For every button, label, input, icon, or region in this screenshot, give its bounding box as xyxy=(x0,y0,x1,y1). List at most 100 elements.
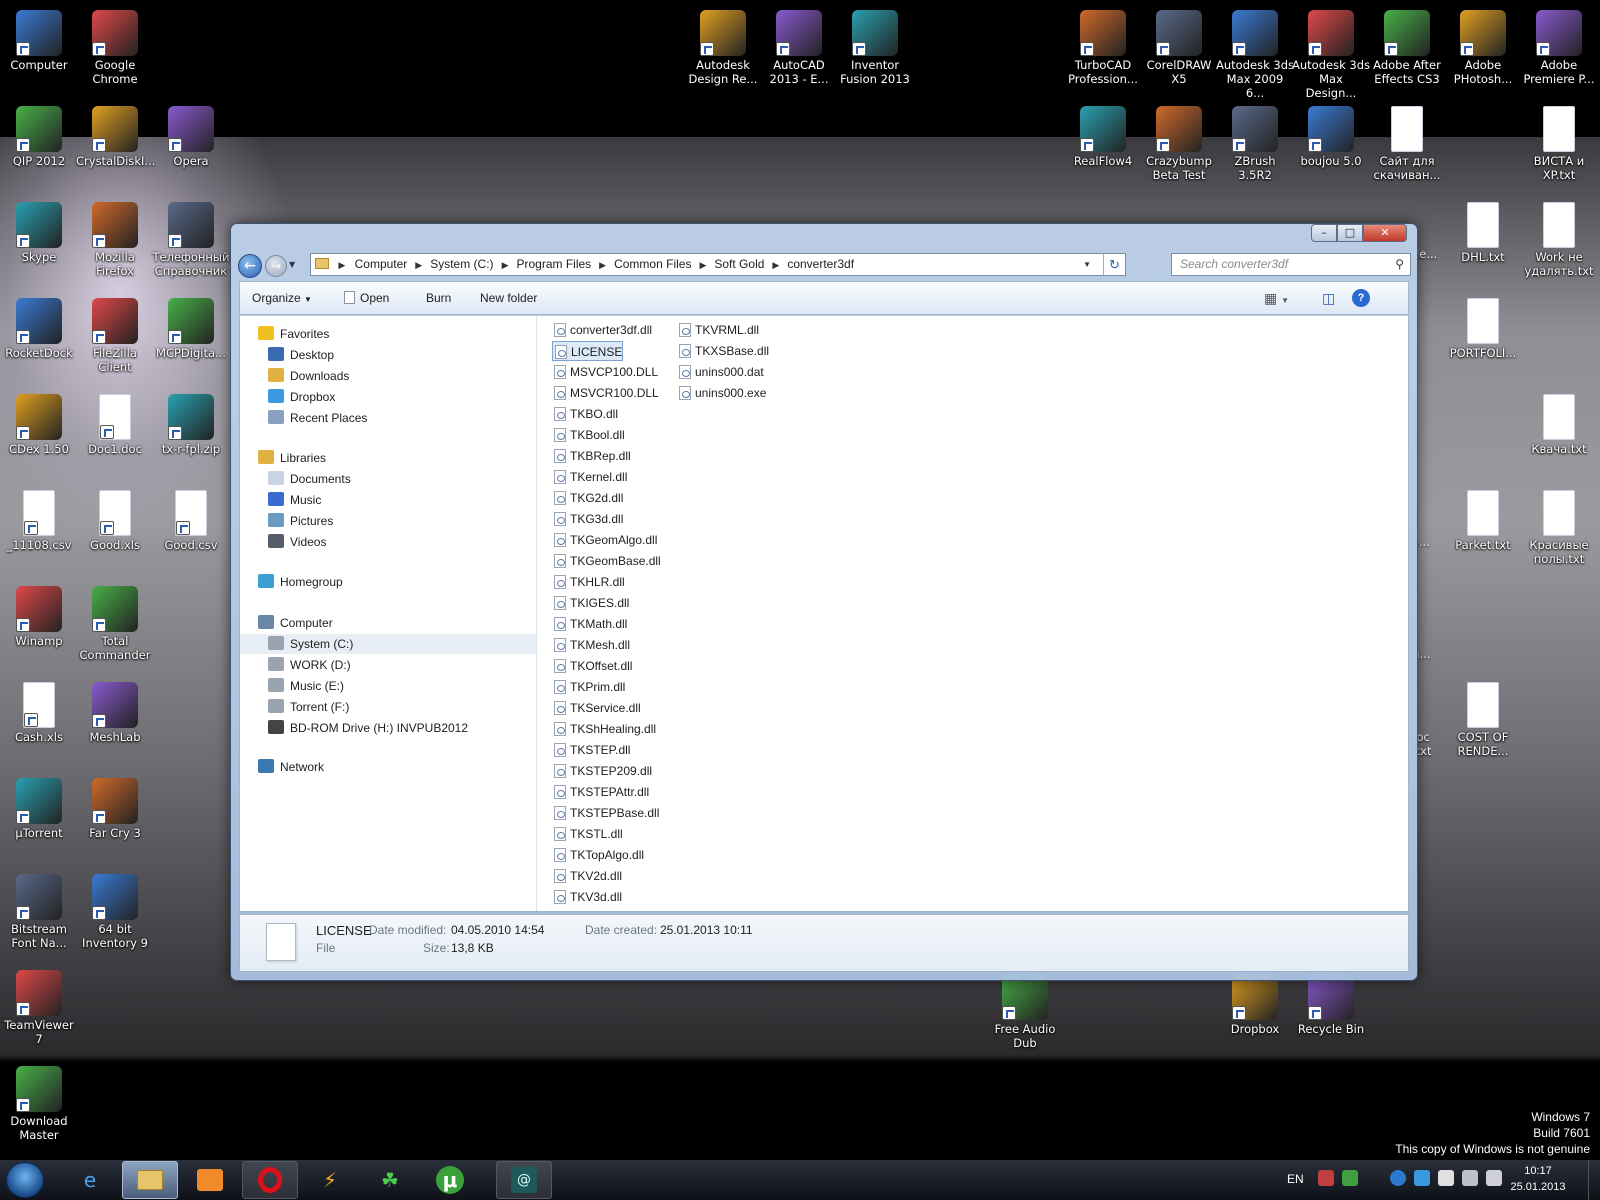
breadcrumb-chevron-icon[interactable]: ▶ xyxy=(699,260,706,270)
tray-qip-icon[interactable] xyxy=(1342,1170,1358,1186)
nav-favorite-item[interactable]: Recent Places xyxy=(268,408,367,428)
desktop-icon[interactable]: AutoCAD 2013 - E... xyxy=(760,4,838,86)
desktop-icon[interactable]: FileZilla Client xyxy=(76,292,154,374)
file-item[interactable]: unins000.exe xyxy=(677,383,766,403)
tray-dropbox-icon[interactable] xyxy=(1414,1170,1430,1186)
file-item[interactable]: LICENSE xyxy=(552,341,624,361)
breadcrumb-item[interactable]: System (C:) xyxy=(430,257,493,271)
file-item[interactable]: TKMath.dll xyxy=(552,614,627,634)
nav-drive-item[interactable]: Torrent (F:) xyxy=(268,697,349,717)
desktop-icon[interactable]: _11108.csv xyxy=(0,484,78,552)
file-item[interactable]: TKV2d.dll xyxy=(552,866,622,886)
nav-library-item[interactable]: Music xyxy=(268,490,321,510)
file-item[interactable]: TKG2d.dll xyxy=(552,488,623,508)
nav-homegroup[interactable]: Homegroup xyxy=(258,572,343,592)
file-item[interactable]: TKMesh.dll xyxy=(552,635,630,655)
desktop-icon[interactable]: 64 bit Inventory 9 xyxy=(76,868,154,950)
desktop-icon[interactable]: PORTFOLI... xyxy=(1444,292,1522,360)
file-item[interactable]: TKPrim.dll xyxy=(552,677,625,697)
nav-library-item[interactable]: Documents xyxy=(268,469,351,489)
file-item[interactable]: MSVCR100.DLL xyxy=(552,383,659,403)
desktop-icon[interactable]: QIP 2012 xyxy=(0,100,78,168)
forward-button[interactable]: → xyxy=(265,255,287,277)
desktop-icon[interactable]: Mozilla Firefox xyxy=(76,196,154,278)
file-item[interactable]: TKSTEPAttr.dll xyxy=(552,782,649,802)
open-button[interactable]: Open xyxy=(344,282,389,314)
file-item[interactable]: TKGeomBase.dll xyxy=(552,551,661,571)
breadcrumb-item[interactable]: Program Files xyxy=(516,257,591,271)
clock[interactable]: 10:17 25.01.2013 xyxy=(1498,1163,1578,1195)
file-item[interactable]: TKIGES.dll xyxy=(552,593,629,613)
nav-drive-item[interactable]: System (C:) xyxy=(240,634,536,654)
nav-favorite-item[interactable]: Downloads xyxy=(268,366,349,386)
file-item[interactable]: TKV3d.dll xyxy=(552,887,622,907)
desktop-icon[interactable]: Cash.xls xyxy=(0,676,78,744)
file-item[interactable]: TKernel.dll xyxy=(552,467,627,487)
taskbar-media-player-icon[interactable] xyxy=(182,1161,238,1199)
nav-drive-item[interactable]: WORK (D:) xyxy=(268,655,351,675)
back-button[interactable]: ← xyxy=(238,254,262,278)
file-item[interactable]: TKG3d.dll xyxy=(552,509,623,529)
desktop-icon[interactable]: RocketDock xyxy=(0,292,78,360)
tray-app-icon[interactable] xyxy=(1318,1170,1334,1186)
taskbar-utorrent-icon[interactable]: μ xyxy=(422,1161,478,1199)
desktop-icon[interactable]: tx-r-fpl.zip xyxy=(152,388,230,456)
desktop-icon[interactable]: Good.csv xyxy=(152,484,230,552)
desktop-icon[interactable]: Сайт для скачиван... xyxy=(1368,100,1446,182)
desktop-icon[interactable]: Телефонный Справочник xyxy=(152,196,230,278)
file-item[interactable]: TKSTEP.dll xyxy=(552,740,630,760)
desktop-icon[interactable]: Doc1.doc xyxy=(76,388,154,456)
file-item[interactable]: TKHLR.dll xyxy=(552,572,625,592)
desktop-icon[interactable]: Adobe Premiere P... xyxy=(1520,4,1598,86)
file-item[interactable]: TKBO.dll xyxy=(552,404,618,424)
breadcrumb-chevron-icon[interactable]: ▶ xyxy=(502,260,509,270)
file-item[interactable]: TKTopAlgo.dll xyxy=(552,845,644,865)
file-item[interactable]: TKService.dll xyxy=(552,698,641,718)
desktop-icon[interactable]: Inventor Fusion 2013 xyxy=(836,4,914,86)
desktop-icon[interactable]: Adobe After Effects CS3 xyxy=(1368,4,1446,86)
close-button[interactable]: ✕ xyxy=(1363,224,1407,242)
show-desktop-button[interactable] xyxy=(1588,1160,1600,1200)
desktop-icon[interactable]: Winamp xyxy=(0,580,78,648)
desktop-icon[interactable]: boujou 5.0 xyxy=(1292,100,1370,168)
file-item[interactable]: unins000.dat xyxy=(677,362,764,382)
desktop-icon[interactable]: Work не удалять.txt xyxy=(1520,196,1598,278)
address-dropdown-icon[interactable]: ▼ xyxy=(1083,254,1091,275)
desktop-icon[interactable]: CrystalDiskI... xyxy=(76,100,155,168)
organize-button[interactable]: Organize ▼ xyxy=(252,282,312,314)
nav-drive-item[interactable]: Music (E:) xyxy=(268,676,344,696)
taskbar-winamp-icon[interactable]: ⚡ xyxy=(302,1161,358,1199)
file-item[interactable]: TKBool.dll xyxy=(552,425,625,445)
desktop-icon[interactable]: Crazybump Beta Test xyxy=(1140,100,1218,182)
tray-action-center-icon[interactable] xyxy=(1438,1170,1454,1186)
desktop-icon[interactable]: MeshLab xyxy=(76,676,154,744)
nav-library-item[interactable]: Videos xyxy=(268,532,326,552)
breadcrumb-item[interactable]: converter3df xyxy=(787,257,854,271)
tray-update-icon[interactable] xyxy=(1390,1170,1406,1186)
desktop-icon[interactable]: RealFlow4 xyxy=(1064,100,1142,168)
desktop-icon[interactable]: Total Commander xyxy=(76,580,154,662)
preview-pane-icon[interactable]: ◫ xyxy=(1322,282,1335,314)
desktop-icon[interactable]: ВИСТА и XP.txt xyxy=(1520,100,1598,182)
burn-button[interactable]: Burn xyxy=(426,282,451,314)
breadcrumb-item[interactable]: Computer xyxy=(355,257,408,271)
address-bar[interactable]: ▶ Computer ▶ System (C:) ▶ Program Files ▶ Com… xyxy=(310,253,1126,276)
desktop-icon[interactable]: Parket.txt xyxy=(1444,484,1522,552)
nav-favorites[interactable]: Favorites xyxy=(258,324,329,344)
file-item[interactable]: MSVCP100.DLL xyxy=(552,362,658,382)
desktop-icon[interactable]: Skype xyxy=(0,196,78,264)
nav-favorite-item[interactable]: Desktop xyxy=(268,345,334,365)
search-input[interactable]: Search converter3df ⚲ xyxy=(1171,253,1411,276)
file-item[interactable]: TKBRep.dll xyxy=(552,446,631,466)
file-item[interactable]: TKShHealing.dll xyxy=(552,719,656,739)
recent-pages-chevron-icon[interactable]: ▼ xyxy=(289,260,295,269)
start-button[interactable] xyxy=(6,1162,44,1198)
desktop-icon[interactable]: Красивые полы.txt xyxy=(1520,484,1598,566)
refresh-icon[interactable]: ↻ xyxy=(1103,254,1125,275)
desktop-icon[interactable]: MCPDigita... xyxy=(152,292,230,360)
nav-favorite-item[interactable]: Dropbox xyxy=(268,387,335,407)
minimize-button[interactable]: – xyxy=(1311,224,1337,242)
nav-library-item[interactable]: Pictures xyxy=(268,511,333,531)
desktop-icon[interactable]: TurboCAD Profession... xyxy=(1064,4,1142,86)
file-item[interactable]: TKGeomAlgo.dll xyxy=(552,530,657,550)
